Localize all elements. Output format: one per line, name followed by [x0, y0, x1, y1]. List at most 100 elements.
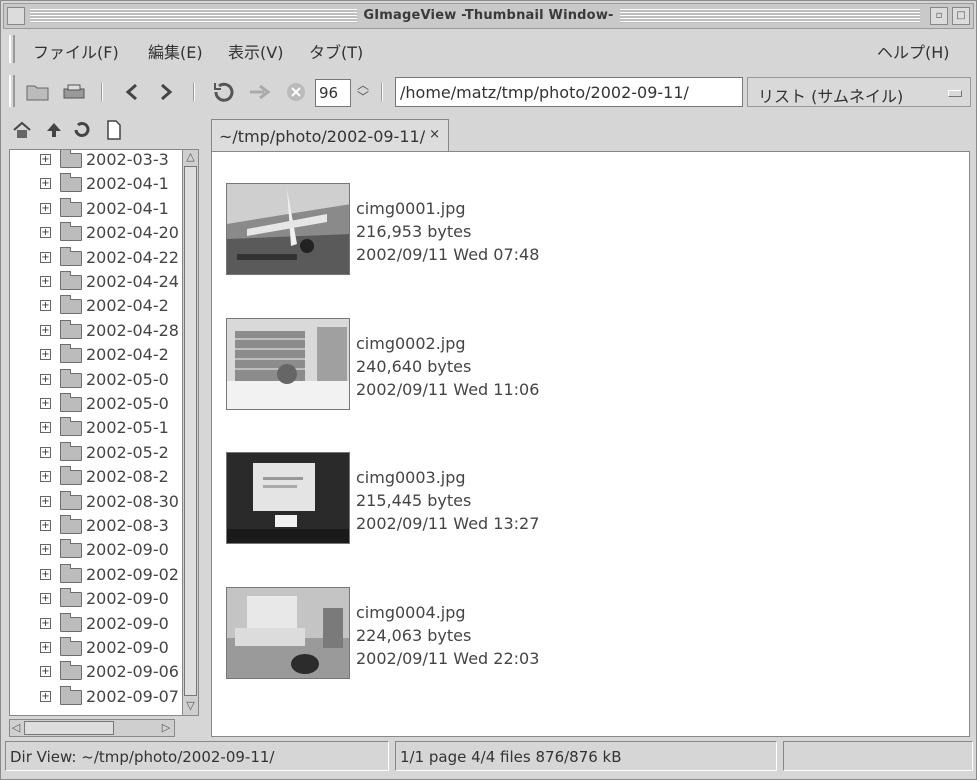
thumbnail-view[interactable]: cimg0001.jpg 216,953 bytes 2002/09/11 We…	[211, 151, 970, 737]
expand-icon[interactable]: +	[40, 324, 51, 336]
expand-icon[interactable]: +	[40, 495, 51, 507]
tree-scroll-thumb[interactable]	[184, 166, 197, 696]
tree-item[interactable]: +2002-09-02	[10, 563, 180, 587]
maximize-button[interactable]: □	[952, 7, 970, 25]
thumbnail-image-presentation[interactable]	[226, 452, 350, 544]
tree-item[interactable]: +2002-04-24	[10, 270, 180, 294]
thumbnail-item[interactable]: cimg0001.jpg 216,953 bytes 2002/09/11 We…	[226, 183, 646, 279]
tree-vertical-scrollbar[interactable]: △ ▽	[182, 150, 198, 715]
thumbnail-filename: cimg0004.jpg	[356, 603, 466, 622]
menu-view[interactable]: 表示(V)	[228, 39, 283, 63]
scroll-up-icon[interactable]: △	[184, 150, 197, 164]
tree-item[interactable]: +2002-05-2	[10, 441, 180, 465]
tree-item[interactable]: +2002-05-1	[10, 416, 180, 440]
minimize-button[interactable]: ▫	[930, 7, 948, 25]
expand-icon[interactable]: +	[40, 422, 51, 434]
expand-icon[interactable]: +	[40, 227, 51, 239]
tree-toolbar	[9, 119, 199, 145]
tree-item[interactable]: +2002-04-2	[10, 343, 180, 367]
thumbnail-image-room[interactable]	[226, 587, 350, 679]
expand-icon[interactable]: +	[40, 202, 51, 214]
path-input[interactable]	[395, 77, 743, 107]
toolbar-grip[interactable]	[9, 75, 15, 107]
tree-hscroll-thumb[interactable]	[24, 721, 114, 735]
new-file-icon[interactable]	[103, 119, 125, 141]
expand-icon[interactable]: +	[40, 617, 51, 629]
tree-item[interactable]: +2002-04-28	[10, 319, 180, 343]
chevron-right-icon[interactable]	[153, 79, 179, 105]
tree-item[interactable]: +2002-04-20	[10, 221, 180, 245]
tree-item[interactable]: +2002-04-1	[10, 172, 180, 196]
expand-icon[interactable]: +	[40, 154, 51, 165]
tree-item[interactable]: +2002-09-07	[10, 685, 180, 709]
directory-tree[interactable]: +2002-03-3 +2002-04-1 +2002-04-1 +2002-04-2…	[9, 149, 199, 716]
chevron-left-icon[interactable]	[119, 79, 145, 105]
window-title-container: GImageView -Thumbnail Window-	[4, 8, 973, 23]
scroll-down-icon[interactable]: ▽	[184, 699, 197, 713]
zoom-spinner[interactable]: ︿ ﹀	[353, 79, 373, 107]
tree-item[interactable]: +2002-05-0	[10, 368, 180, 392]
tree-item[interactable]: +2002-04-22	[10, 246, 180, 270]
arrow-right-icon[interactable]	[247, 79, 273, 105]
expand-icon[interactable]: +	[40, 251, 51, 263]
folder-icon	[60, 246, 82, 266]
expand-icon[interactable]: +	[40, 276, 51, 287]
expand-icon[interactable]: +	[40, 568, 51, 580]
tree-item[interactable]: +2002-08-2	[10, 465, 180, 489]
spin-down-icon[interactable]: ﹀	[353, 91, 373, 103]
tree-item[interactable]: +2002-03-3	[10, 150, 180, 172]
expand-icon[interactable]: +	[40, 690, 51, 702]
menu-file[interactable]: ファイル(F)	[33, 39, 119, 63]
tree-item-label: 2002-04-1	[86, 174, 169, 194]
folder-icon	[60, 466, 82, 486]
expand-icon[interactable]: +	[40, 471, 51, 483]
menubar-grip[interactable]	[9, 35, 15, 63]
thumbnail-item[interactable]: cimg0003.jpg 215,445 bytes 2002/09/11 We…	[226, 452, 646, 548]
expand-icon[interactable]: +	[40, 520, 51, 531]
expand-icon[interactable]: +	[40, 544, 51, 556]
refresh-icon[interactable]	[71, 119, 93, 141]
scroll-left-icon[interactable]: ◁	[10, 721, 22, 735]
tree-item[interactable]: +2002-09-0	[10, 636, 180, 660]
expand-icon[interactable]: +	[40, 300, 51, 312]
arrow-up-icon[interactable]	[43, 119, 65, 141]
tree-item[interactable]: +2002-08-30	[10, 490, 180, 514]
print-icon[interactable]	[61, 79, 87, 105]
expand-icon[interactable]: +	[40, 642, 51, 653]
tab-current-directory[interactable]: ~/tmp/photo/2002-09-11/ ×	[211, 119, 449, 151]
menu-edit[interactable]: 編集(E)	[148, 39, 203, 63]
scroll-right-icon[interactable]: ▷	[160, 721, 172, 735]
home-icon[interactable]	[11, 119, 33, 141]
tree-item[interactable]: +2002-09-06	[10, 660, 180, 684]
folder-open-icon[interactable]	[25, 79, 51, 105]
thumbnail-image-building[interactable]	[226, 318, 350, 410]
tree-item[interactable]: +2002-09-0	[10, 538, 180, 562]
tree-item[interactable]: +2002-05-0	[10, 392, 180, 416]
title-bar[interactable]: GImageView -Thumbnail Window- ▫ □	[3, 3, 974, 29]
thumbnail-image-airplane[interactable]	[226, 183, 350, 275]
reload-icon[interactable]	[211, 79, 237, 105]
thumbnail-item[interactable]: cimg0002.jpg 240,640 bytes 2002/09/11 We…	[226, 318, 646, 414]
expand-icon[interactable]: +	[40, 593, 51, 605]
menu-tab[interactable]: タブ(T)	[309, 39, 363, 63]
tree-item[interactable]: +2002-09-0	[10, 612, 180, 636]
expand-icon[interactable]: +	[40, 349, 51, 361]
tree-item[interactable]: +2002-09-0	[10, 587, 180, 611]
expand-icon[interactable]: +	[40, 398, 51, 409]
tree-item[interactable]: +2002-04-2	[10, 294, 180, 318]
view-mode-select[interactable]: リスト (サムネイル)	[747, 77, 971, 107]
expand-icon[interactable]: +	[40, 373, 51, 385]
thumbnail-item[interactable]: cimg0004.jpg 224,063 bytes 2002/09/11 We…	[226, 587, 646, 683]
tree-item[interactable]: +2002-04-1	[10, 197, 180, 221]
close-icon[interactable]: ×	[429, 127, 440, 142]
tree-item[interactable]: +2002-08-3	[10, 514, 180, 538]
zoom-input[interactable]	[315, 79, 351, 107]
expand-icon[interactable]: +	[40, 446, 51, 458]
stop-icon[interactable]	[283, 79, 309, 105]
folder-icon	[60, 368, 82, 388]
tree-horizontal-scrollbar[interactable]: ◁ ▷	[9, 719, 175, 737]
menu-help[interactable]: ヘルプ(H)	[877, 39, 950, 63]
expand-icon[interactable]: +	[40, 178, 51, 190]
status-bar: Dir View: ~/tmp/photo/2002-09-11/ 1/1 pa…	[5, 741, 974, 773]
expand-icon[interactable]: +	[40, 666, 51, 678]
